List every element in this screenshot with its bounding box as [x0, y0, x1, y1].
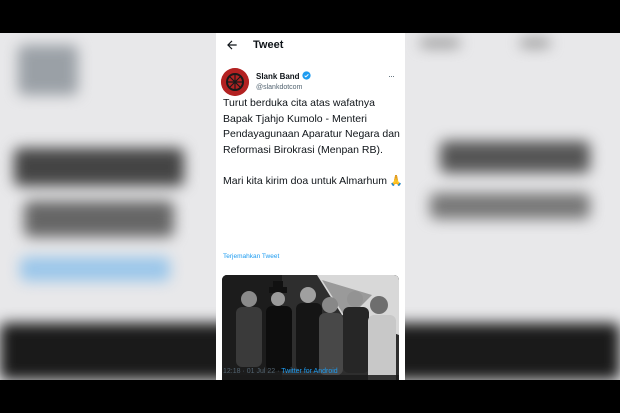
band-photo-image: [222, 275, 399, 380]
tweet-panel: Tweet Slank Band @slankdotcom ··· Turut …: [216, 33, 405, 380]
slank-logo-icon: [221, 68, 249, 96]
translate-tweet-link[interactable]: Terjemahkan Tweet: [223, 253, 279, 260]
verified-badge-icon: [302, 71, 311, 80]
tweet-photo[interactable]: [222, 275, 399, 380]
tweet-meta: 12:18 · 01 Jul 22 · Twitter for Android: [223, 368, 338, 375]
screenshot-stage: Tweet Slank Band @slankdotcom ··· Turut …: [0, 33, 620, 380]
arrow-left-icon[interactable]: [225, 38, 239, 52]
avatar[interactable]: [221, 68, 249, 96]
more-horizontal-icon[interactable]: ···: [388, 71, 395, 81]
author-handle[interactable]: @slankdotcom: [256, 84, 302, 91]
page-title: Tweet: [253, 39, 284, 51]
author-name[interactable]: Slank Band: [256, 72, 300, 81]
tweet-text: Turut berduka cita atas wafatnya Bapak T…: [223, 97, 403, 187]
top-bar: Tweet: [216, 33, 405, 61]
tweet-timestamp[interactable]: 12:18 · 01 Jul 22: [223, 368, 275, 375]
tweet-source-link[interactable]: Twitter for Android: [281, 368, 337, 375]
